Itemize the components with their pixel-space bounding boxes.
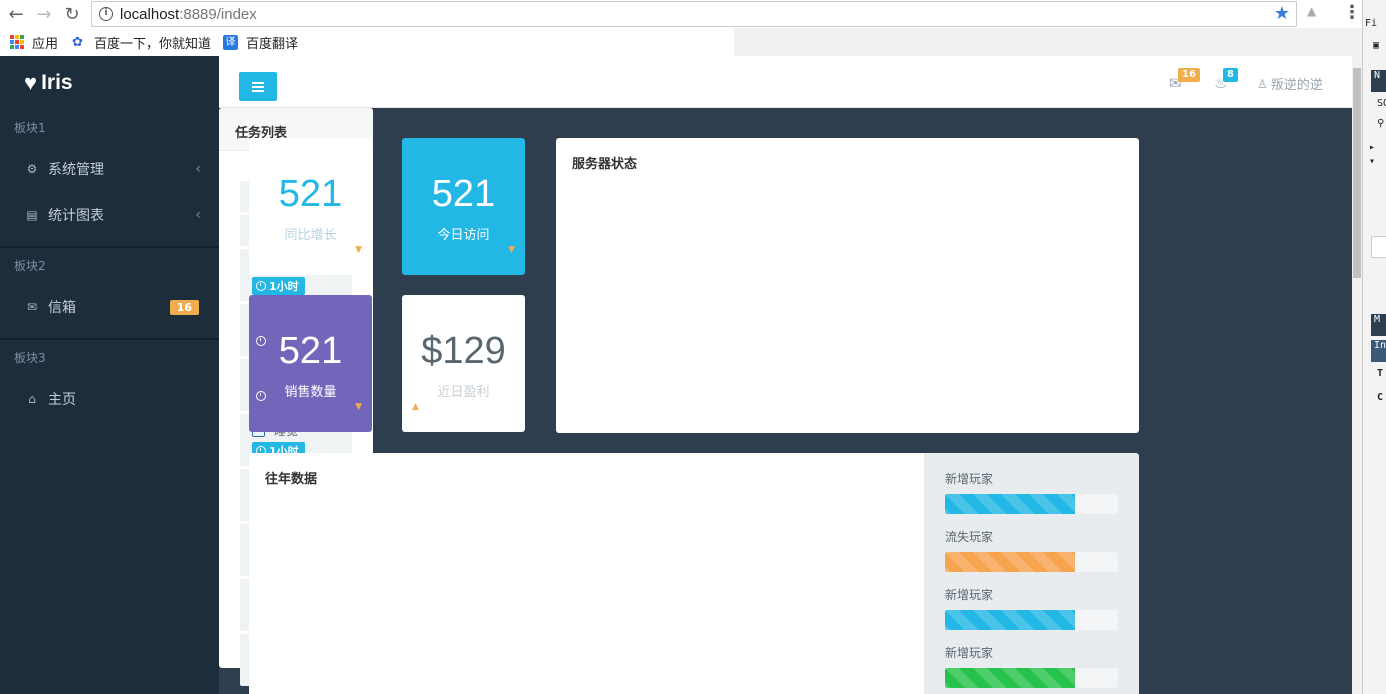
panel-title: 服务器状态 <box>572 157 638 172</box>
bookmarks-bar: 应用 ✿ 百度一下，你就知道 译 百度翻译 <box>0 28 734 56</box>
progress-label: 流失玩家 <box>945 530 994 544</box>
back-arrow-icon[interactable]: ← <box>5 3 27 25</box>
forward-arrow-icon[interactable]: → <box>33 3 55 25</box>
progress-bar <box>945 668 1118 688</box>
address-bar[interactable]: i localhost:8889/index ★ <box>91 1 1297 27</box>
extension-icon[interactable]: ▲ <box>1307 4 1316 18</box>
progress-label: 新增玩家 <box>945 472 994 486</box>
scrollbar-thumb[interactable] <box>1353 68 1361 278</box>
stat-card-profit[interactable]: $129 近日盈利 ▲ <box>402 295 525 432</box>
section-label: 板块1 <box>14 121 46 135</box>
progress-bar <box>945 610 1118 630</box>
home-icon: ⌂ <box>28 392 36 406</box>
clock-icon <box>256 556 266 566</box>
server-status-panel: 服务器状态 <box>556 138 1139 433</box>
stat-label: 同比增长 <box>284 228 337 243</box>
stat-card-visits[interactable]: 521 今日访问 ▼ <box>402 138 525 275</box>
menu-toggle-button[interactable] <box>239 72 277 101</box>
devtools-node-icon[interactable]: ▣ <box>1373 40 1379 51</box>
devtools-collapse-icon[interactable]: ▾ <box>1369 156 1375 167</box>
panel-title: 往年数据 <box>265 472 318 487</box>
progress-bar <box>945 494 1118 514</box>
toolbar-filler <box>734 28 1362 56</box>
clock-icon <box>256 501 266 511</box>
caret-down-icon: ▼ <box>508 245 515 255</box>
progress-bar <box>945 552 1118 572</box>
clock-icon <box>256 446 266 456</box>
user-icon: ♙ <box>1257 76 1268 91</box>
stat-card-sales[interactable]: 521 销售数量 ▼ <box>249 295 372 432</box>
bookmark-star-icon[interactable]: ★ <box>1274 3 1290 24</box>
brand-logo[interactable]: ♥ Iris <box>0 56 219 110</box>
progress-label: 新增玩家 <box>945 588 994 602</box>
heart-icon: ♥ <box>24 70 38 95</box>
mail-notifications[interactable]: ✉ 16 <box>1169 68 1200 92</box>
sidebar-item-mailbox[interactable]: ✉ 信箱 16 <box>0 284 219 330</box>
mail-count-badge: 16 <box>1178 68 1200 82</box>
stat-value: 521 <box>431 173 496 215</box>
clock-icon <box>256 336 266 346</box>
caret-down-icon: ▼ <box>355 245 362 255</box>
sidebar-item-home[interactable]: ⌂ 主页 <box>0 376 219 422</box>
kebab-menu-icon[interactable]: ⋮ <box>1343 2 1361 23</box>
sidebar: ♥ Iris 板块1 ⚙ 系统管理 ‹ ▤ 统计图表 ‹ 板块2 ✉ 信箱 16… <box>0 56 219 694</box>
info-icon[interactable]: i <box>99 7 113 21</box>
progress-label: 新增玩家 <box>945 646 994 660</box>
apps-grid-icon <box>10 35 24 49</box>
browser-toolbar: ← → ↻ i localhost:8889/index ★ ▲ ⋮ <box>0 0 1362 28</box>
page-scrollbar[interactable] <box>1352 56 1362 694</box>
url-text: localhost:8889/index <box>120 5 257 23</box>
sidebar-item-system[interactable]: ⚙ 系统管理 ‹ <box>0 146 219 192</box>
stat-value: $129 <box>421 330 506 372</box>
main-content: 521 同比增长 ▼ 521 今日访问 ▼ 521 销售数量 ▼ $129 近日… <box>219 108 1352 694</box>
stat-value: 521 <box>278 330 343 372</box>
bookmark-apps[interactable]: 应用 <box>10 33 58 52</box>
sidebar-item-charts[interactable]: ▤ 统计图表 ‹ <box>0 192 219 238</box>
cogs-icon: ⚙ <box>26 162 38 176</box>
stat-label: 今日访问 <box>437 228 490 243</box>
stat-card-growth[interactable]: 521 同比增长 ▼ <box>249 138 372 275</box>
top-header: ✉ 16 ♨ 8 ♙ 叛逆的逆 <box>219 56 1352 108</box>
reload-icon[interactable]: ↻ <box>61 3 83 25</box>
caret-down-icon: ▼ <box>355 402 362 412</box>
devtools-panel: Fi ▣ N SO ⚲ ▸ ▾ M In T C <box>1362 0 1386 694</box>
translate-icon: 译 <box>223 34 239 50</box>
clock-icon <box>256 611 266 621</box>
notify-count-badge: 8 <box>1223 68 1238 82</box>
devtools-expand-icon[interactable]: ▸ <box>1369 142 1375 153</box>
stat-label: 销售数量 <box>284 385 337 400</box>
stat-value: 521 <box>278 173 343 215</box>
bookmark-baidu[interactable]: ✿ 百度一下，你就知道 <box>72 33 211 52</box>
chevron-left-icon: ‹ <box>195 161 201 177</box>
clock-icon <box>256 666 266 676</box>
caret-up-icon: ▲ <box>412 402 419 412</box>
clock-icon <box>256 281 266 291</box>
devtools-search-icon[interactable]: ⚲ <box>1377 118 1384 129</box>
user-menu[interactable]: ♙ 叛逆的逆 <box>1257 74 1323 94</box>
history-data-panel: 往年数据 <box>249 453 924 694</box>
mailbox-count-badge: 16 <box>169 299 199 315</box>
time-badge: 1小时 <box>252 277 305 295</box>
stat-label: 近日盈利 <box>437 385 490 400</box>
section-label: 板块2 <box>14 259 46 273</box>
bar-chart-icon: ▤ <box>26 208 38 222</box>
bell-notifications[interactable]: ♨ 8 <box>1214 68 1238 92</box>
bookmark-baidu-fanyi[interactable]: 译 百度翻译 <box>223 33 298 52</box>
section-label: 板块3 <box>14 351 46 365</box>
baidu-paw-icon: ✿ <box>72 34 83 49</box>
envelope-icon: ✉ <box>26 300 38 314</box>
clock-icon <box>256 391 266 401</box>
players-progress-panel: 新增玩家 流失玩家 新增玩家 新增玩家 <box>924 453 1139 694</box>
chevron-left-icon: ‹ <box>195 207 201 223</box>
